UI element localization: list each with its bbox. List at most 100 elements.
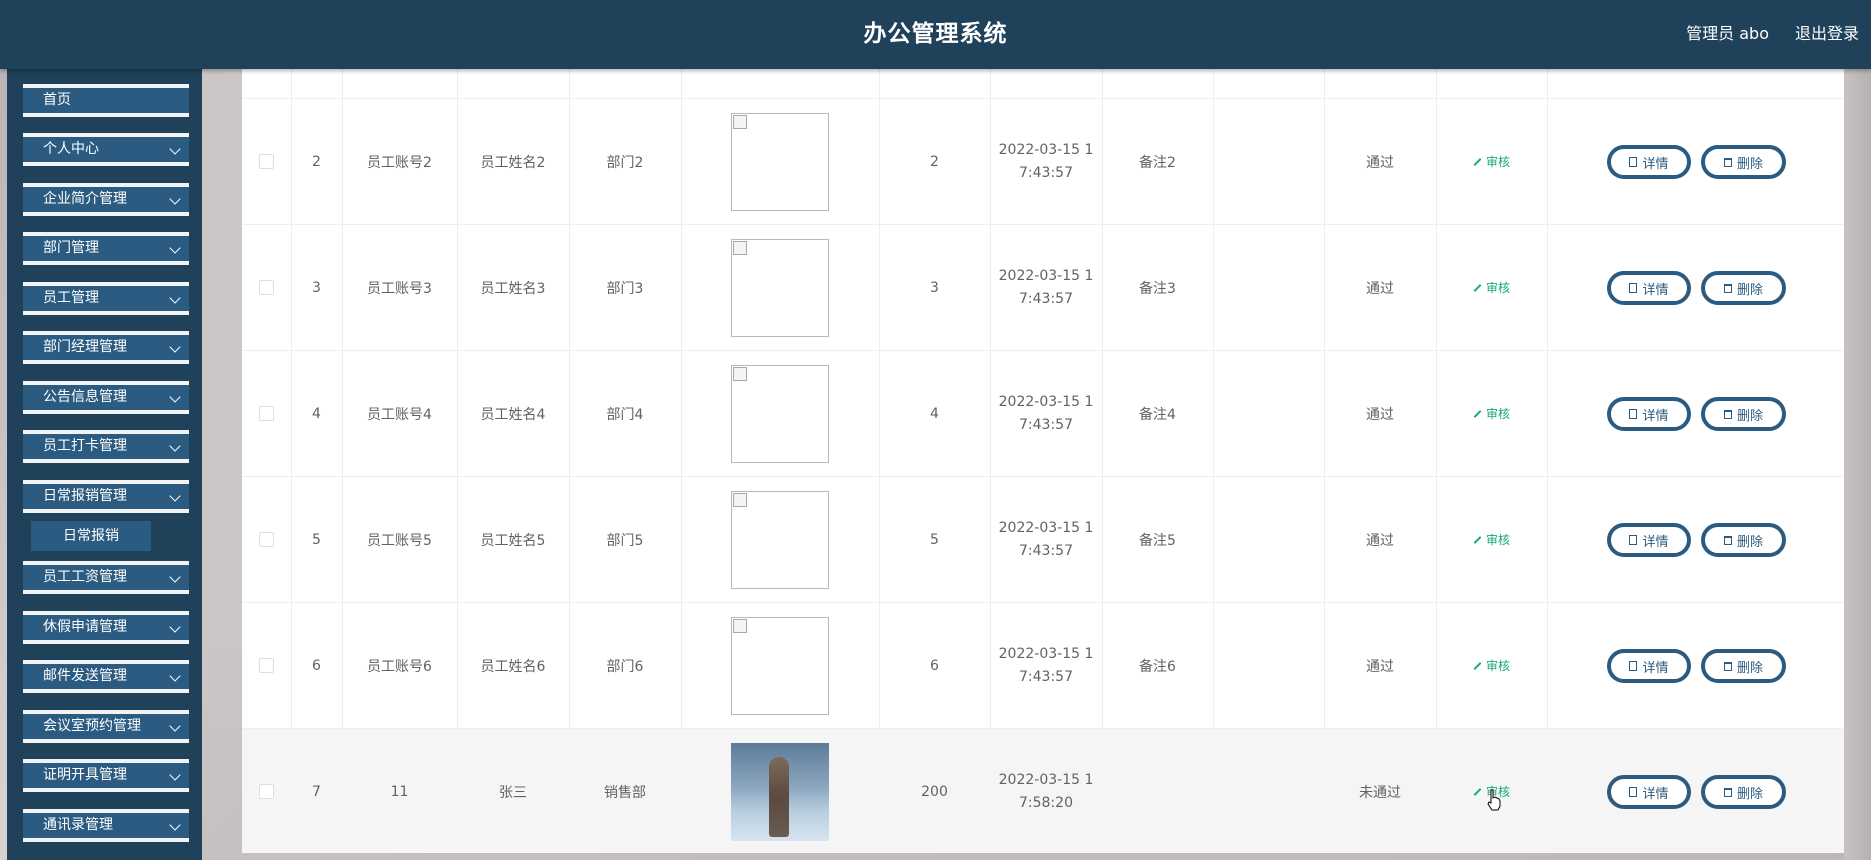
detail-button[interactable]: 详情 <box>1607 523 1691 557</box>
account-cell: 员工账号6 <box>367 658 432 675</box>
sidebar-item-meeting-room[interactable]: 会议室预约管理 <box>23 710 189 743</box>
account-cell: 11 <box>390 783 409 800</box>
broken-image <box>731 490 829 589</box>
time-cell: 2022-03-15 1 7:43:57 <box>990 351 1102 476</box>
sidebar-item-contacts[interactable]: 通讯录管理 <box>23 809 189 842</box>
trash-icon <box>1723 283 1732 293</box>
sidebar-item-employee[interactable]: 员工管理 <box>23 282 189 315</box>
row-checkbox[interactable] <box>259 406 274 421</box>
delete-button[interactable]: 删除 <box>1701 397 1786 431</box>
table-row: 3 员工账号3 员工姓名3 部门3 3 2022-03-15 1 7:43:57 … <box>242 225 1844 351</box>
row-checkbox[interactable] <box>259 658 274 673</box>
select-cell <box>242 225 291 350</box>
sidebar-item-label: 证明开具管理 <box>43 767 127 783</box>
sidebar-item-label: 休假申请管理 <box>43 619 127 635</box>
delete-label: 删除 <box>1736 660 1763 676</box>
row-checkbox[interactable] <box>259 154 274 169</box>
status-cell: 通过 <box>1366 406 1394 423</box>
sidebar-item-personal-center[interactable]: 个人中心 <box>23 133 189 166</box>
chevron-down-icon <box>169 720 181 732</box>
broken-image-icon <box>733 492 747 507</box>
top-header: 办公管理系统 管理员 abo 退出登录 <box>0 0 1871 69</box>
index-cell: 7 <box>312 783 321 800</box>
submenu-item-daily-reimbursement[interactable]: 日常报销 <box>31 521 151 551</box>
broken-image <box>731 364 829 463</box>
detail-button[interactable]: 详情 <box>1607 649 1691 683</box>
sidebar-item-dept-manager[interactable]: 部门经理管理 <box>23 331 189 364</box>
sidebar-item-salary[interactable]: 员工工资管理 <box>23 561 189 594</box>
audit-cell: 审核 <box>1436 99 1547 224</box>
reimbursement-table: 2 员工账号2 员工姓名2 部门2 2 2022-03-15 1 7:43:57 … <box>242 69 1844 853</box>
trash-icon <box>1723 409 1732 419</box>
broken-image <box>731 112 829 211</box>
detail-label: 详情 <box>1642 408 1669 424</box>
sidebar-item-department[interactable]: 部门管理 <box>23 232 189 265</box>
logout-link[interactable]: 退出登录 <box>1795 20 1859 44</box>
remark-cell: 备注6 <box>1139 658 1176 675</box>
broken-image-icon <box>733 618 747 633</box>
row-checkbox[interactable] <box>259 280 274 295</box>
trash-icon <box>1723 157 1732 167</box>
sidebar-item-email[interactable]: 邮件发送管理 <box>23 660 189 693</box>
sidebar-item-company-profile[interactable]: 企业简介管理 <box>23 183 189 216</box>
delete-button[interactable]: 删除 <box>1701 145 1786 179</box>
photo-thumbnail[interactable] <box>731 742 829 841</box>
sidebar-item-announcement[interactable]: 公告信息管理 <box>23 381 189 414</box>
sidebar-item-reimbursement[interactable]: 日常报销管理 <box>23 480 189 513</box>
account-cell: 员工账号2 <box>367 154 432 171</box>
audit-link[interactable]: 审核 <box>1473 657 1510 674</box>
remark-cell <box>1102 729 1213 853</box>
time-line-1: 2022-03-15 1 <box>998 393 1094 410</box>
detail-label: 详情 <box>1642 282 1669 298</box>
audit-label: 审核 <box>1485 281 1510 295</box>
row-checkbox[interactable] <box>259 784 274 799</box>
department-cell: 部门2 <box>606 154 644 171</box>
document-icon <box>1629 283 1638 293</box>
index-cell: 5 <box>312 531 321 548</box>
select-cell <box>242 351 291 476</box>
status-cell: 未通过 <box>1359 784 1401 801</box>
audit-link[interactable]: 审核 <box>1473 279 1510 296</box>
delete-button[interactable]: 删除 <box>1701 271 1786 305</box>
row-checkbox[interactable] <box>259 532 274 547</box>
time-line-1: 2022-03-15 1 <box>998 141 1094 158</box>
sidebar-item-label: 部门经理管理 <box>43 339 127 355</box>
trash-icon <box>1723 661 1732 671</box>
table-row: 7 11 张三 销售部 200 2022-03-15 1 7:58:20 未通过 … <box>242 729 1844 853</box>
scroll-area-edge <box>1844 69 1871 860</box>
time-line-1: 2022-03-15 1 <box>998 771 1094 788</box>
sidebar-item-home[interactable]: 首页 <box>23 84 189 117</box>
amount-cell: 5 <box>930 531 939 548</box>
time-cell: 2022-03-15 1 7:43:57 <box>990 603 1102 728</box>
sidebar-item-attendance[interactable]: 员工打卡管理 <box>23 430 189 463</box>
name-cell: 员工姓名5 <box>480 532 546 549</box>
sidebar-item-label: 员工管理 <box>43 290 99 306</box>
audit-cell: 审核 <box>1436 477 1547 602</box>
table-row: 6 员工账号6 员工姓名6 部门6 6 2022-03-15 1 7:43:57 … <box>242 603 1844 729</box>
delete-button[interactable]: 删除 <box>1701 523 1786 557</box>
sidebar-item-label: 个人中心 <box>43 141 99 157</box>
remark-cell: 备注4 <box>1139 406 1176 423</box>
sidebar-item-leave[interactable]: 休假申请管理 <box>23 611 189 644</box>
audit-link[interactable]: 审核 <box>1473 153 1510 170</box>
detail-button[interactable]: 详情 <box>1607 775 1691 809</box>
time-line-1: 2022-03-15 1 <box>998 645 1094 662</box>
delete-button[interactable]: 删除 <box>1701 775 1786 809</box>
trash-icon <box>1723 535 1732 545</box>
remark-cell: 备注5 <box>1139 532 1176 549</box>
amount-cell: 3 <box>930 279 939 296</box>
audit-label: 审核 <box>1485 659 1510 673</box>
chevron-down-icon <box>169 242 181 254</box>
admin-user-label: 管理员 abo <box>1686 24 1769 43</box>
select-cell <box>242 477 291 602</box>
audit-link[interactable]: 审核 <box>1473 531 1510 548</box>
detail-button[interactable]: 详情 <box>1607 145 1691 179</box>
department-cell: 部门6 <box>606 658 644 675</box>
audit-link[interactable]: 审核 <box>1473 405 1510 422</box>
delete-button[interactable]: 删除 <box>1701 649 1786 683</box>
detail-button[interactable]: 详情 <box>1607 271 1691 305</box>
time-line-1: 2022-03-15 1 <box>998 267 1094 284</box>
edit-icon <box>1473 661 1482 670</box>
sidebar-item-certificate[interactable]: 证明开具管理 <box>23 759 189 792</box>
detail-button[interactable]: 详情 <box>1607 397 1691 431</box>
